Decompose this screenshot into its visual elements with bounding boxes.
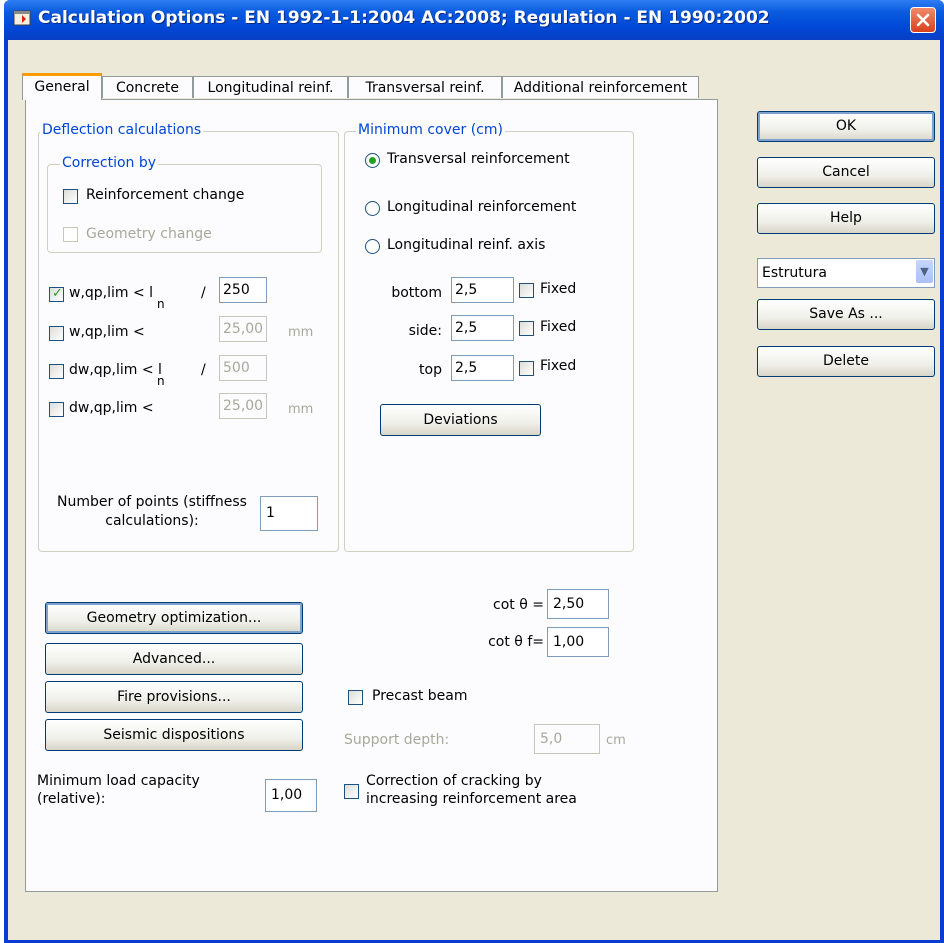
cover-side-label: side: (408, 323, 442, 339)
preset-select-value: Estrutura (762, 265, 827, 281)
window-title: Calculation Options - EN 1992-1-1:2004 A… (38, 8, 770, 28)
dwqplim-ln-subscript: n (157, 374, 165, 388)
geometry-optimization-button[interactable]: Geometry optimization... (45, 602, 303, 634)
correction-legend: Correction by (60, 155, 159, 171)
wqplim-label: w,qp,lim < (69, 324, 145, 340)
longitudinal-reinforcement-label: Longitudinal reinforcement (387, 199, 577, 215)
wqplim-ln-input[interactable]: 250 (219, 277, 267, 303)
save-as-button[interactable]: Save As ... (757, 299, 935, 330)
dwqplim-checkbox[interactable] (49, 402, 64, 417)
dwqplim-input[interactable]: 25,00 (219, 393, 267, 419)
cover-bottom-input[interactable]: 2,5 (451, 277, 514, 303)
wqplim-ln-slash: / (201, 285, 206, 301)
cover-bottom-fixed-checkbox[interactable] (519, 283, 534, 298)
cover-top-label: top (419, 362, 442, 378)
reinforcement-change-label: Reinforcement change (86, 187, 245, 203)
wqplim-ln-subscript: n (157, 297, 165, 311)
cot-theta-label: cot θ = (493, 597, 544, 613)
tab-general[interactable]: General (22, 73, 102, 100)
dwqplim-ln-slash: / (201, 362, 206, 378)
wqplim-unit: mm (288, 325, 314, 340)
cover-bottom-fixed-label: Fixed (540, 281, 577, 297)
dwqplim-label: dw,qp,lim < (69, 400, 154, 416)
dwqplim-ln-label: dw,qp,lim < l (69, 362, 162, 378)
geometry-change-checkbox[interactable] (63, 227, 78, 242)
deflection-legend: Deflection calculations (40, 122, 204, 138)
cot-theta-input[interactable]: 2,50 (547, 589, 609, 619)
support-depth-label: Support depth: (344, 732, 450, 748)
cover-side-fixed-label: Fixed (540, 319, 577, 335)
support-depth-unit: cm (606, 733, 626, 748)
transversal-reinforcement-radio[interactable] (365, 153, 380, 168)
dwqplim-unit: mm (288, 402, 314, 417)
cover-top-input[interactable]: 2,5 (451, 355, 514, 381)
cancel-button[interactable]: Cancel (757, 157, 935, 188)
dialog-client-area: General Concrete Longitudinal reinf. Tra… (8, 40, 940, 940)
ok-button[interactable]: OK (757, 111, 935, 142)
tab-concrete[interactable]: Concrete (102, 76, 193, 98)
cot-theta-f-label: cot θ f= (488, 634, 544, 650)
close-button[interactable] (910, 7, 936, 33)
seismic-dispositions-button[interactable]: Seismic dispositions (45, 719, 303, 751)
cot-theta-f-input[interactable]: 1,00 (547, 627, 609, 657)
points-input[interactable]: 1 (260, 496, 318, 531)
longitudinal-reinf-axis-label: Longitudinal reinf. axis (387, 237, 546, 253)
geometry-change-label: Geometry change (86, 226, 212, 242)
longitudinal-reinforcement-radio[interactable] (365, 201, 380, 216)
dwqplim-ln-input[interactable]: 500 (219, 355, 267, 381)
deviations-button[interactable]: Deviations (380, 404, 541, 436)
radio-selected-dot (369, 157, 376, 164)
tab-longitudinal-reinf[interactable]: Longitudinal reinf. (193, 76, 348, 98)
advanced-button[interactable]: Advanced... (45, 643, 303, 675)
chevron-down-icon[interactable]: ▼ (916, 260, 933, 283)
cover-top-fixed-checkbox[interactable] (519, 361, 534, 376)
reinforcement-change-checkbox[interactable] (63, 189, 78, 204)
cover-side-input[interactable]: 2,5 (451, 315, 514, 341)
support-depth-input[interactable]: 5,0 (534, 724, 600, 754)
points-label-line2: calculations): (105, 513, 199, 529)
cracking-correction-label-line1: Correction of cracking by (366, 773, 542, 789)
fire-provisions-button[interactable]: Fire provisions... (45, 681, 303, 713)
longitudinal-reinf-axis-radio[interactable] (365, 239, 380, 254)
minimum-load-capacity-label-line1: Minimum load capacity (37, 773, 200, 789)
title-bar[interactable]: Calculation Options - EN 1992-1-1:2004 A… (4, 0, 944, 40)
preset-select[interactable]: Estrutura ▼ (757, 258, 935, 288)
cover-top-fixed-label: Fixed (540, 358, 577, 374)
tab-transversal-reinf[interactable]: Transversal reinf. (348, 76, 502, 98)
cracking-correction-checkbox[interactable] (344, 784, 359, 799)
wqplim-ln-label: w,qp,lim < l (69, 285, 154, 301)
app-icon (13, 10, 31, 26)
help-button[interactable]: Help (757, 203, 935, 234)
close-icon (916, 13, 930, 27)
precast-beam-label: Precast beam (372, 688, 468, 704)
cover-side-fixed-checkbox[interactable] (519, 321, 534, 336)
points-label-line1: Number of points (stiffness (57, 494, 247, 510)
tab-additional-reinforcement[interactable]: Additional reinforcement (502, 76, 699, 98)
precast-beam-checkbox[interactable] (348, 690, 363, 705)
dialog-window: Calculation Options - EN 1992-1-1:2004 A… (4, 0, 944, 943)
minimum-cover-group (344, 131, 634, 552)
delete-button[interactable]: Delete (757, 346, 935, 377)
transversal-reinforcement-label: Transversal reinforcement (387, 151, 570, 167)
cover-bottom-label: bottom (391, 285, 442, 301)
minimum-load-capacity-label-line2: (relative): (37, 791, 106, 807)
minimum-cover-legend: Minimum cover (cm) (356, 122, 505, 138)
check-mark-icon: ✓ (52, 286, 63, 301)
wqplim-ln-checkbox[interactable]: ✓ (49, 286, 64, 302)
dwqplim-ln-checkbox[interactable] (49, 364, 64, 379)
wqplim-input[interactable]: 25,00 (219, 316, 267, 342)
minimum-load-capacity-input[interactable]: 1,00 (265, 779, 317, 812)
wqplim-checkbox[interactable] (49, 326, 64, 341)
cracking-correction-label-line2: increasing reinforcement area (366, 791, 577, 807)
